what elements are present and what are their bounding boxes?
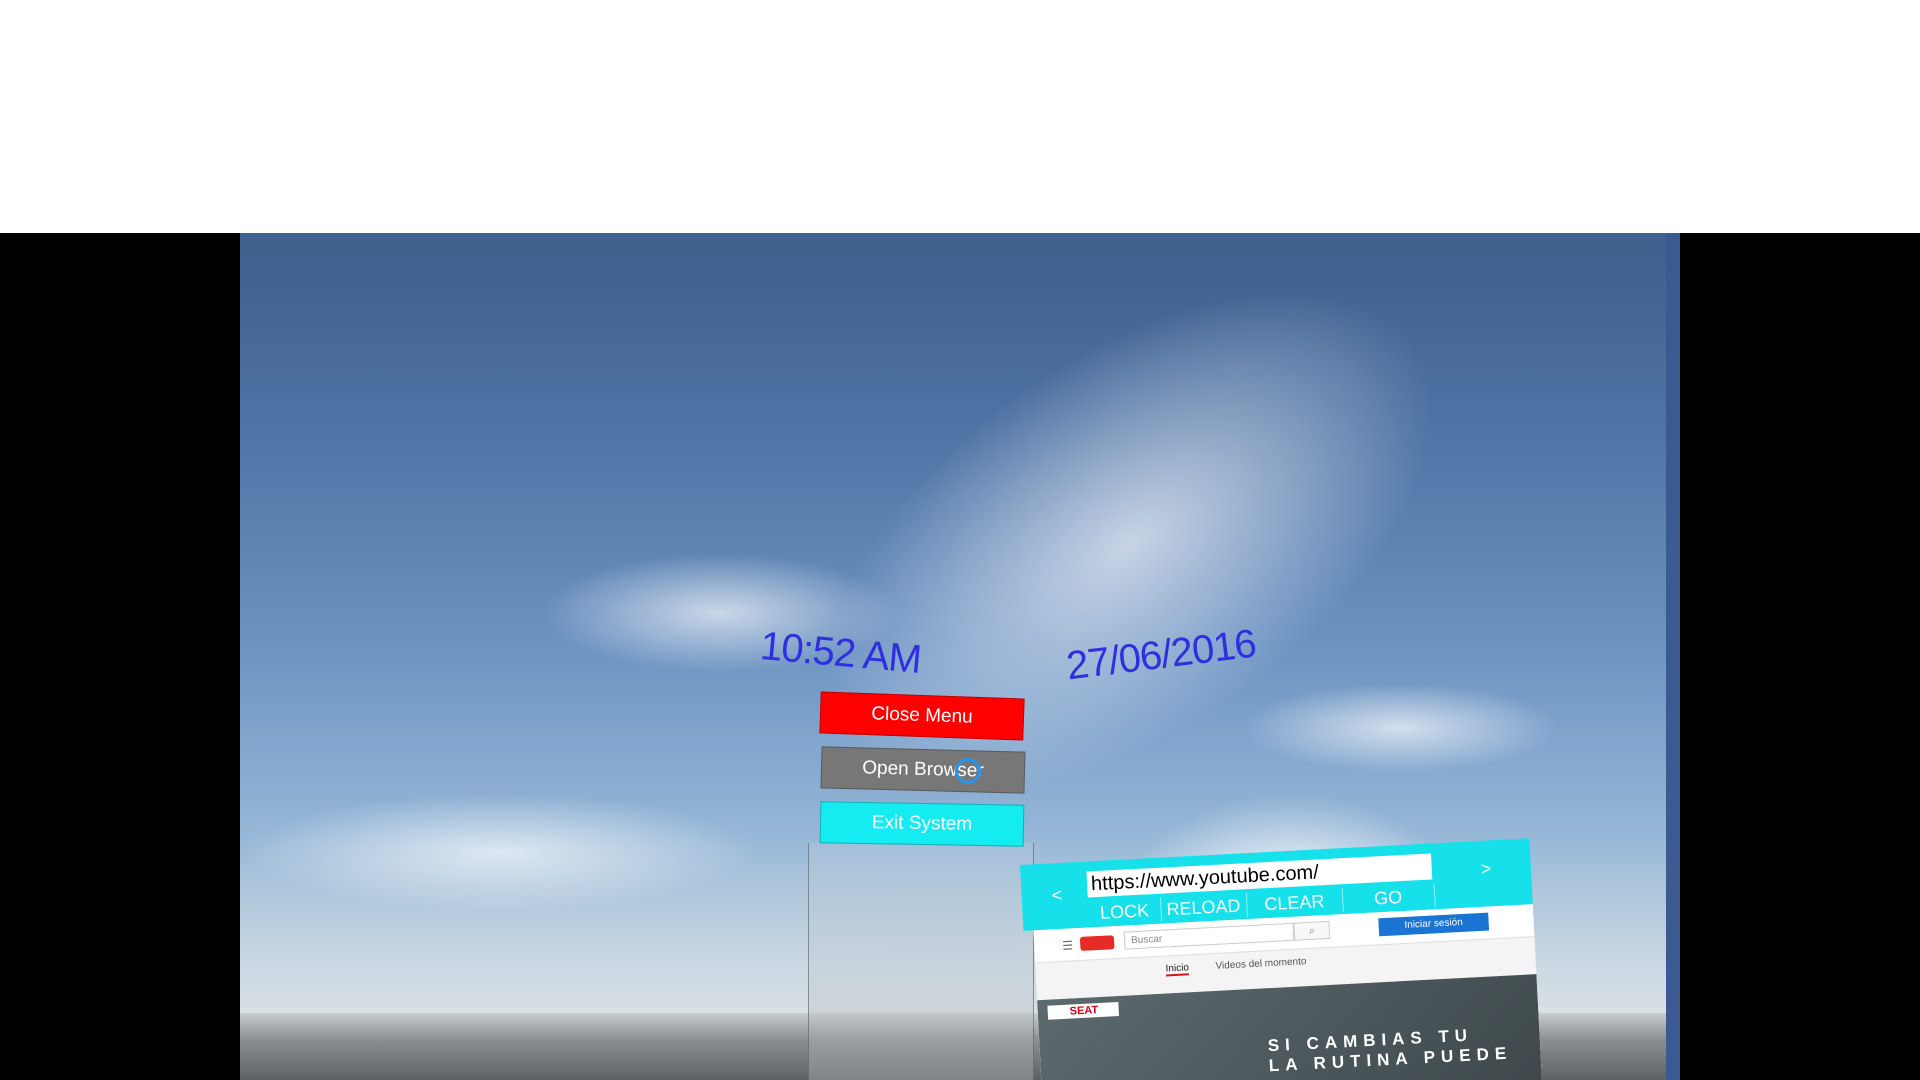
left-letterbox: [0, 233, 240, 1080]
tab-inicio[interactable]: Inicio: [1165, 962, 1190, 977]
exit-system-button[interactable]: Exit System: [819, 801, 1025, 847]
edge-strip: [1666, 233, 1680, 1080]
youtube-logo-icon[interactable]: [1079, 935, 1115, 951]
close-menu-button[interactable]: Close Menu: [819, 691, 1025, 741]
seat-ad-banner[interactable]: SEAT SI CAMBIAS TU LA RUTINA PUEDE: [1037, 974, 1543, 1080]
clear-button[interactable]: CLEAR: [1245, 888, 1344, 918]
web-page: ☰ Buscar ⌕ Iniciar sesión Inicio Videos …: [1033, 904, 1543, 1080]
reload-button[interactable]: RELOAD: [1159, 893, 1249, 922]
cloud: [734, 233, 1526, 900]
cloud: [240, 793, 760, 913]
menu-icon[interactable]: ☰: [1062, 938, 1073, 953]
search-icon[interactable]: ⌕: [1293, 920, 1331, 941]
ad-headline: SI CAMBIAS TU LA RUTINA PUEDE: [1267, 1024, 1512, 1077]
youtube-search-input[interactable]: Buscar: [1123, 922, 1295, 950]
seat-logo: SEAT: [1047, 1002, 1119, 1020]
open-browser-button[interactable]: Open Browser: [820, 746, 1026, 794]
cloud: [1240, 683, 1560, 773]
tab-trending[interactable]: Videos del momento: [1215, 956, 1306, 972]
lock-button[interactable]: LOCK: [1088, 897, 1163, 926]
menu-panel-stand: [808, 843, 1034, 1080]
go-button[interactable]: GO: [1341, 883, 1436, 913]
browser-window: < https://www.youtube.com/ LOCK RELOAD C…: [1020, 838, 1552, 1080]
gaze-cursor-icon: [955, 758, 981, 784]
login-button[interactable]: Iniciar sesión: [1378, 912, 1490, 937]
top-white-margin: [0, 0, 1920, 233]
right-letterbox: [1680, 233, 1920, 1080]
vr-viewport: 10:52 AM 27/06/2016 Close Menu Open Brow…: [240, 233, 1680, 1080]
forward-button[interactable]: >: [1480, 858, 1492, 880]
back-button[interactable]: <: [1051, 885, 1063, 907]
